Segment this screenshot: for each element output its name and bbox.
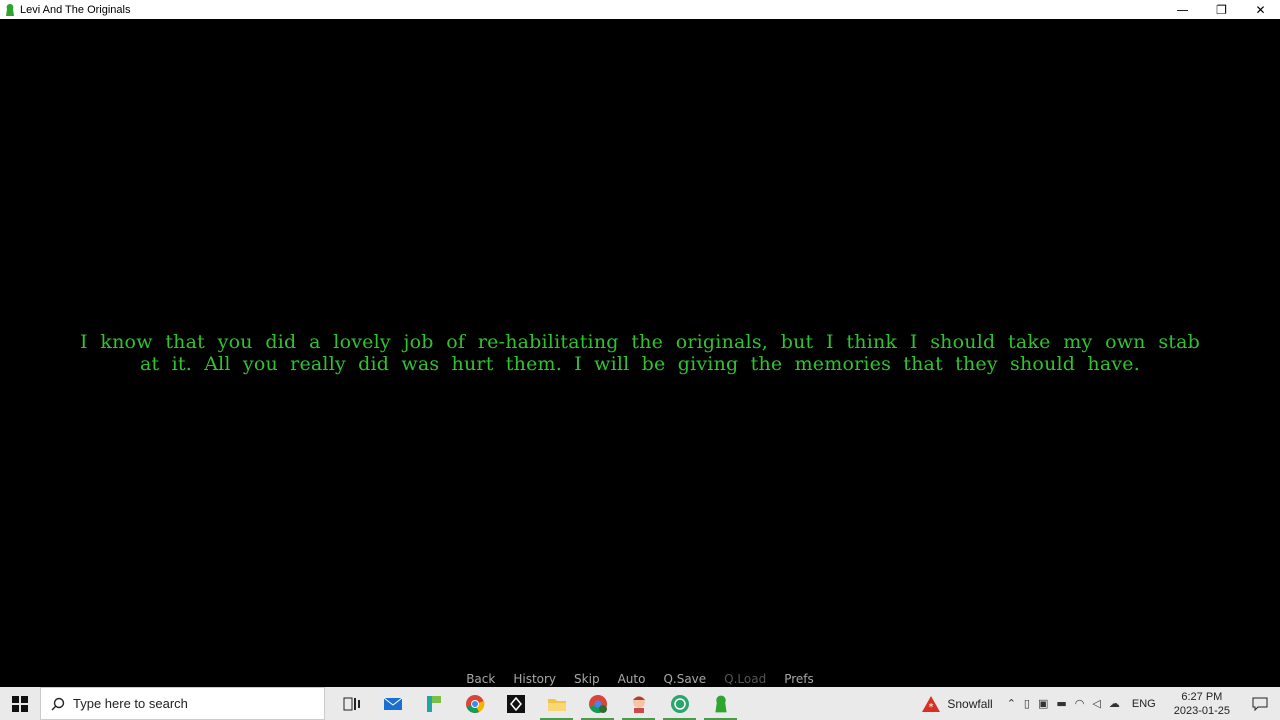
mail-icon[interactable] [372,687,413,720]
file-explorer-icon[interactable] [536,687,577,720]
file-app-icon[interactable] [413,687,454,720]
restore-icon: ❐ [1216,2,1227,17]
close-icon: ✕ [1255,2,1266,17]
taskbar: Type here to search * Snowfall ⌃ ▯ ▣ ▬ ◠… [0,687,1280,720]
svg-text:*: * [929,702,934,713]
quick-menu: Back History Skip Auto Q.Save Q.Load Pre… [0,672,1280,686]
task-view-icon[interactable] [331,687,372,720]
unity-icon[interactable] [495,687,536,720]
search-placeholder: Type here to search [73,696,188,711]
quick-menu-history[interactable]: History [504,672,565,686]
game-viewport[interactable]: I know that you did a lovely job of re-h… [0,19,1280,687]
weather-widget[interactable]: * Snowfall [921,695,993,713]
device-icon[interactable]: ▯ [1024,697,1030,710]
clock-time: 6:27 PM [1181,690,1223,703]
quick-menu-prefs[interactable]: Prefs [775,672,823,686]
window-titlebar: Levi And The Originals — ❐ ✕ [0,0,1280,19]
notification-icon [1252,697,1268,711]
chrome-icon[interactable] [454,687,495,720]
chrome-profile-icon[interactable] [577,687,618,720]
volume-icon[interactable]: ◁ [1092,697,1100,710]
taskbar-search-box[interactable]: Type here to search [40,687,325,720]
dialogue-text: I know that you did a lovely job of re-h… [80,331,1200,375]
weather-text: Snowfall [947,696,993,711]
green-circle-app-icon[interactable] [659,687,700,720]
game-app-icon[interactable] [618,687,659,720]
minimize-button[interactable]: — [1163,0,1202,19]
window-title: Levi And The Originals [20,3,131,16]
meet-icon[interactable]: ▣ [1038,697,1048,710]
quick-menu-qsave[interactable]: Q.Save [654,672,715,686]
clock-date: 2023-01-25 [1173,704,1230,717]
quick-menu-back[interactable]: Back [457,672,504,686]
quick-menu-skip[interactable]: Skip [565,672,609,686]
start-button[interactable] [0,687,40,720]
quick-menu-qload[interactable]: Q.Load [715,672,775,686]
search-icon [51,697,65,710]
weather-alert-icon: * [922,695,941,713]
app-icon [6,3,14,16]
levi-game-icon[interactable] [700,687,741,720]
notification-center-button[interactable] [1240,697,1280,711]
windows-icon [12,695,28,712]
language-indicator[interactable]: ENG [1132,698,1156,710]
onedrive-icon[interactable]: ☁ [1109,697,1120,710]
battery-icon[interactable]: ▬ [1056,697,1066,710]
clock[interactable]: 6:27 PM 2023-01-25 [1174,690,1230,718]
restore-button[interactable]: ❐ [1202,0,1241,19]
wifi-icon[interactable]: ◠ [1075,697,1085,710]
chevron-up-icon[interactable]: ⌃ [1007,697,1016,710]
minimize-icon: — [1176,2,1189,17]
quick-menu-auto[interactable]: Auto [609,672,655,686]
close-button[interactable]: ✕ [1241,0,1280,19]
system-tray: * Snowfall ⌃ ▯ ▣ ▬ ◠ ◁ ☁ ENG 6:27 PM 202… [921,687,1280,720]
